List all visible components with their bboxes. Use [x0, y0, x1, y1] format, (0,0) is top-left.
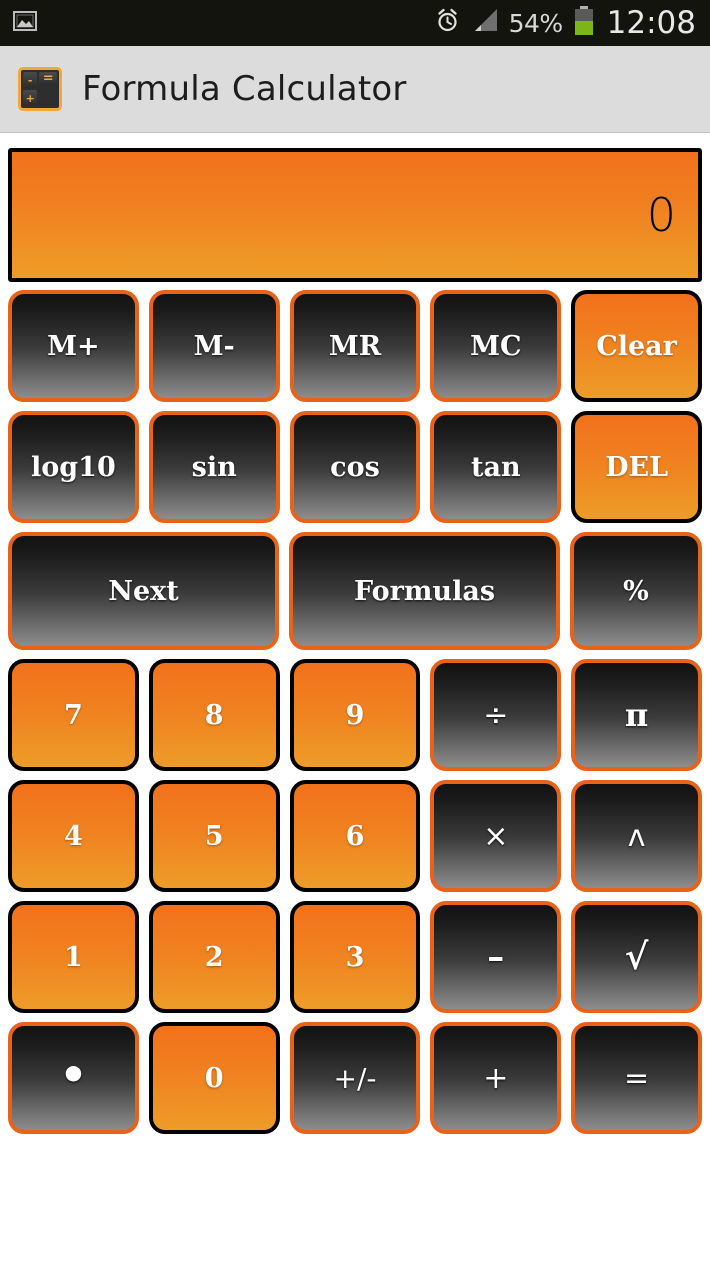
log10-button[interactable]: log10	[8, 411, 139, 523]
bottom-row: • 0 +/- + =	[6, 1022, 704, 1134]
divide-button[interactable]: ÷	[430, 659, 562, 771]
image-icon	[12, 8, 38, 39]
delete-button[interactable]: DEL	[571, 411, 702, 523]
sin-button[interactable]: sin	[148, 411, 280, 523]
status-bar-right: 54% 12:08	[434, 5, 696, 41]
memory-recall-button[interactable]: MR	[289, 290, 421, 402]
digit-3-button[interactable]: 3	[289, 901, 421, 1013]
calculator-icon-minus-key: -	[23, 72, 38, 88]
calculator-icon: - + =	[18, 67, 62, 111]
digit-7-button[interactable]: 7	[8, 659, 139, 771]
signal-bars-icon	[471, 7, 499, 39]
status-bar: 54% 12:08	[0, 0, 710, 46]
digit-9-button[interactable]: 9	[289, 659, 421, 771]
digit-row-123: 1 2 3– √	[6, 901, 704, 1013]
add-button[interactable]: +	[430, 1022, 562, 1134]
memory-row: M+ M- MR MC Clear	[6, 290, 704, 402]
equals-button[interactable]: =	[571, 1022, 702, 1134]
formulas-button[interactable]: Formulas	[288, 532, 560, 650]
navigation-row: Next Formulas%	[6, 532, 704, 650]
alarm-clock-icon	[434, 7, 461, 39]
digit-5-button[interactable]: 5	[148, 780, 280, 892]
square-root-button[interactable]: √	[571, 901, 702, 1013]
digit-4-button[interactable]: 4	[8, 780, 139, 892]
clock-label: 12:08	[606, 5, 696, 41]
percent-button[interactable]: %	[569, 532, 703, 650]
calculator-body: 0 M+ M- MR MC Clear log10 sin cos tan DEL Next Form…	[0, 133, 710, 1134]
calculator-icon-equals-key: =	[39, 72, 57, 85]
app-title-bar: - + = Formula Calculator	[0, 46, 710, 133]
calculator-icon-left-keys: - +	[23, 72, 38, 106]
page-title: Formula Calculator	[82, 69, 407, 109]
display-value: 0	[646, 188, 676, 242]
status-bar-left	[12, 8, 38, 39]
power-button[interactable]: ʌ	[571, 780, 702, 892]
memory-subtract-button[interactable]: M-	[148, 290, 280, 402]
calculator-display[interactable]: 0	[8, 148, 702, 282]
digit-2-button[interactable]: 2	[148, 901, 280, 1013]
tan-button[interactable]: tan	[430, 411, 562, 523]
digit-row-789: 7 8 9 ÷ π	[6, 659, 704, 771]
sign-toggle-button[interactable]: +/-	[289, 1022, 421, 1134]
battery-percent-label: 54%	[508, 8, 564, 38]
digit-0-button[interactable]: 0	[148, 1022, 280, 1134]
decimal-point-button[interactable]: •	[8, 1022, 139, 1134]
digit-8-button[interactable]: 8	[148, 659, 280, 771]
subtract-button[interactable]: –	[430, 901, 562, 1013]
memory-clear-button[interactable]: MC	[430, 290, 562, 402]
memory-add-button[interactable]: M+	[8, 290, 139, 402]
digit-row-456: 4 5 6 × ʌ	[6, 780, 704, 892]
digit-1-button[interactable]: 1	[8, 901, 139, 1013]
calculator-icon-right-keys: =	[39, 72, 57, 106]
next-button[interactable]: Next	[8, 532, 279, 650]
clear-button[interactable]: Clear	[571, 290, 702, 402]
battery-icon	[573, 5, 595, 41]
pi-button[interactable]: π	[571, 659, 702, 771]
function-row: log10 sin cos tan DEL	[6, 411, 704, 523]
keypad: M+ M- MR MC Clear log10 sin cos tan DEL Next Formul…	[6, 290, 704, 1134]
calculator-icon-plus-key: +	[23, 90, 38, 106]
digit-6-button[interactable]: 6	[289, 780, 421, 892]
cos-button[interactable]: cos	[289, 411, 421, 523]
multiply-button[interactable]: ×	[430, 780, 562, 892]
